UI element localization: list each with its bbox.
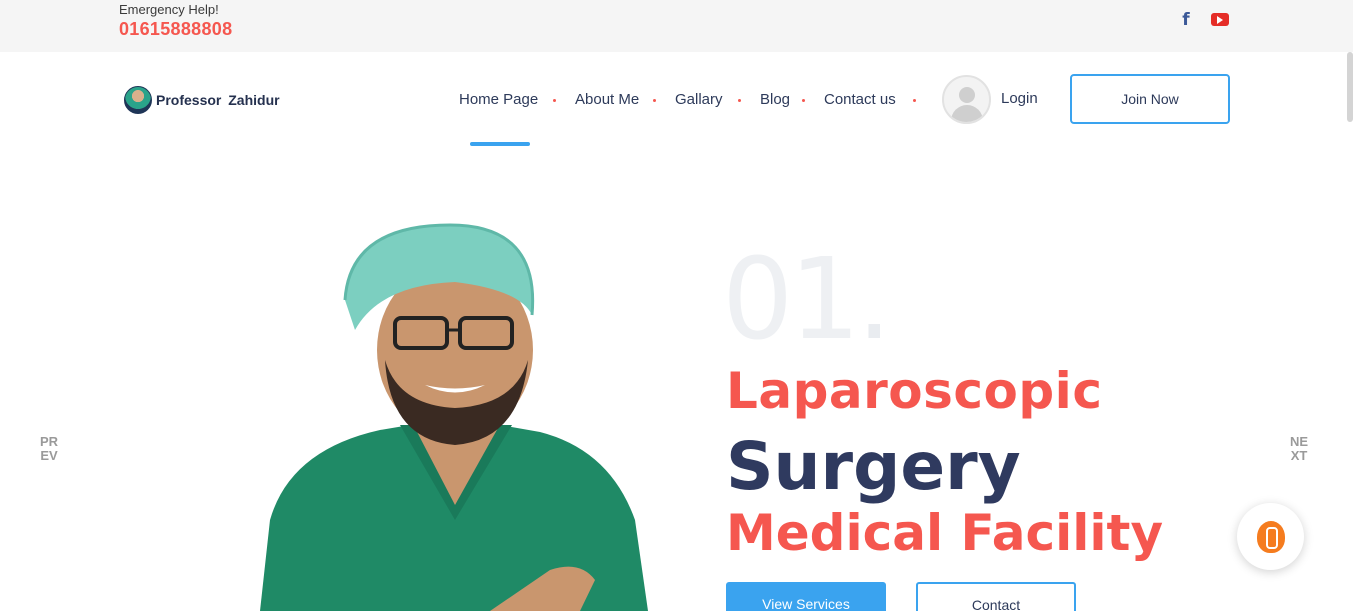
emergency-phone[interactable]: 01615888808: [119, 19, 232, 40]
contact-button[interactable]: Contact: [916, 582, 1076, 611]
chat-widget-button[interactable]: [1237, 503, 1304, 570]
top-bar: Emergency Help! 01615888808 f: [0, 0, 1353, 52]
nav-separator-dot: [738, 99, 741, 102]
site-logo[interactable]: Professor Zahidur: [124, 86, 280, 114]
hero-heading-line3: Medical Facility: [726, 504, 1164, 562]
slide-number: 01.: [722, 235, 892, 365]
scrollbar[interactable]: [1347, 52, 1353, 122]
play-icon: [1217, 15, 1223, 24]
doctor-photo: [260, 223, 648, 611]
logo-avatar-icon: [124, 86, 152, 114]
nav-item-home[interactable]: Home Page: [459, 91, 538, 108]
logo-text: Professor Zahidur: [156, 92, 280, 108]
slider-prev-button[interactable]: PR EV: [37, 435, 61, 463]
hero-heading-line2: Surgery: [726, 428, 1021, 505]
nav-separator-dot: [653, 99, 656, 102]
login-link[interactable]: Login: [1001, 90, 1038, 107]
hero-heading-line1: Laparoscopic: [726, 362, 1103, 420]
nav-separator-dot: [802, 99, 805, 102]
nav-item-gallery[interactable]: Gallary: [675, 91, 723, 108]
youtube-icon[interactable]: [1211, 13, 1229, 26]
facebook-icon[interactable]: f: [1178, 10, 1194, 30]
nav-item-blog[interactable]: Blog: [760, 91, 790, 108]
nav-separator-dot: [913, 99, 916, 102]
user-avatar-icon[interactable]: [942, 75, 991, 124]
view-services-button[interactable]: View Services: [726, 582, 886, 611]
nav-item-about[interactable]: About Me: [575, 91, 639, 108]
slider-next-button[interactable]: NE XT: [1287, 435, 1311, 463]
nav-separator-dot: [553, 99, 556, 102]
join-now-button[interactable]: Join Now: [1070, 74, 1230, 124]
active-nav-indicator: [470, 142, 530, 146]
emergency-label: Emergency Help!: [119, 2, 219, 17]
nav-item-contact[interactable]: Contact us: [824, 91, 896, 108]
chat-icon: [1256, 520, 1285, 553]
